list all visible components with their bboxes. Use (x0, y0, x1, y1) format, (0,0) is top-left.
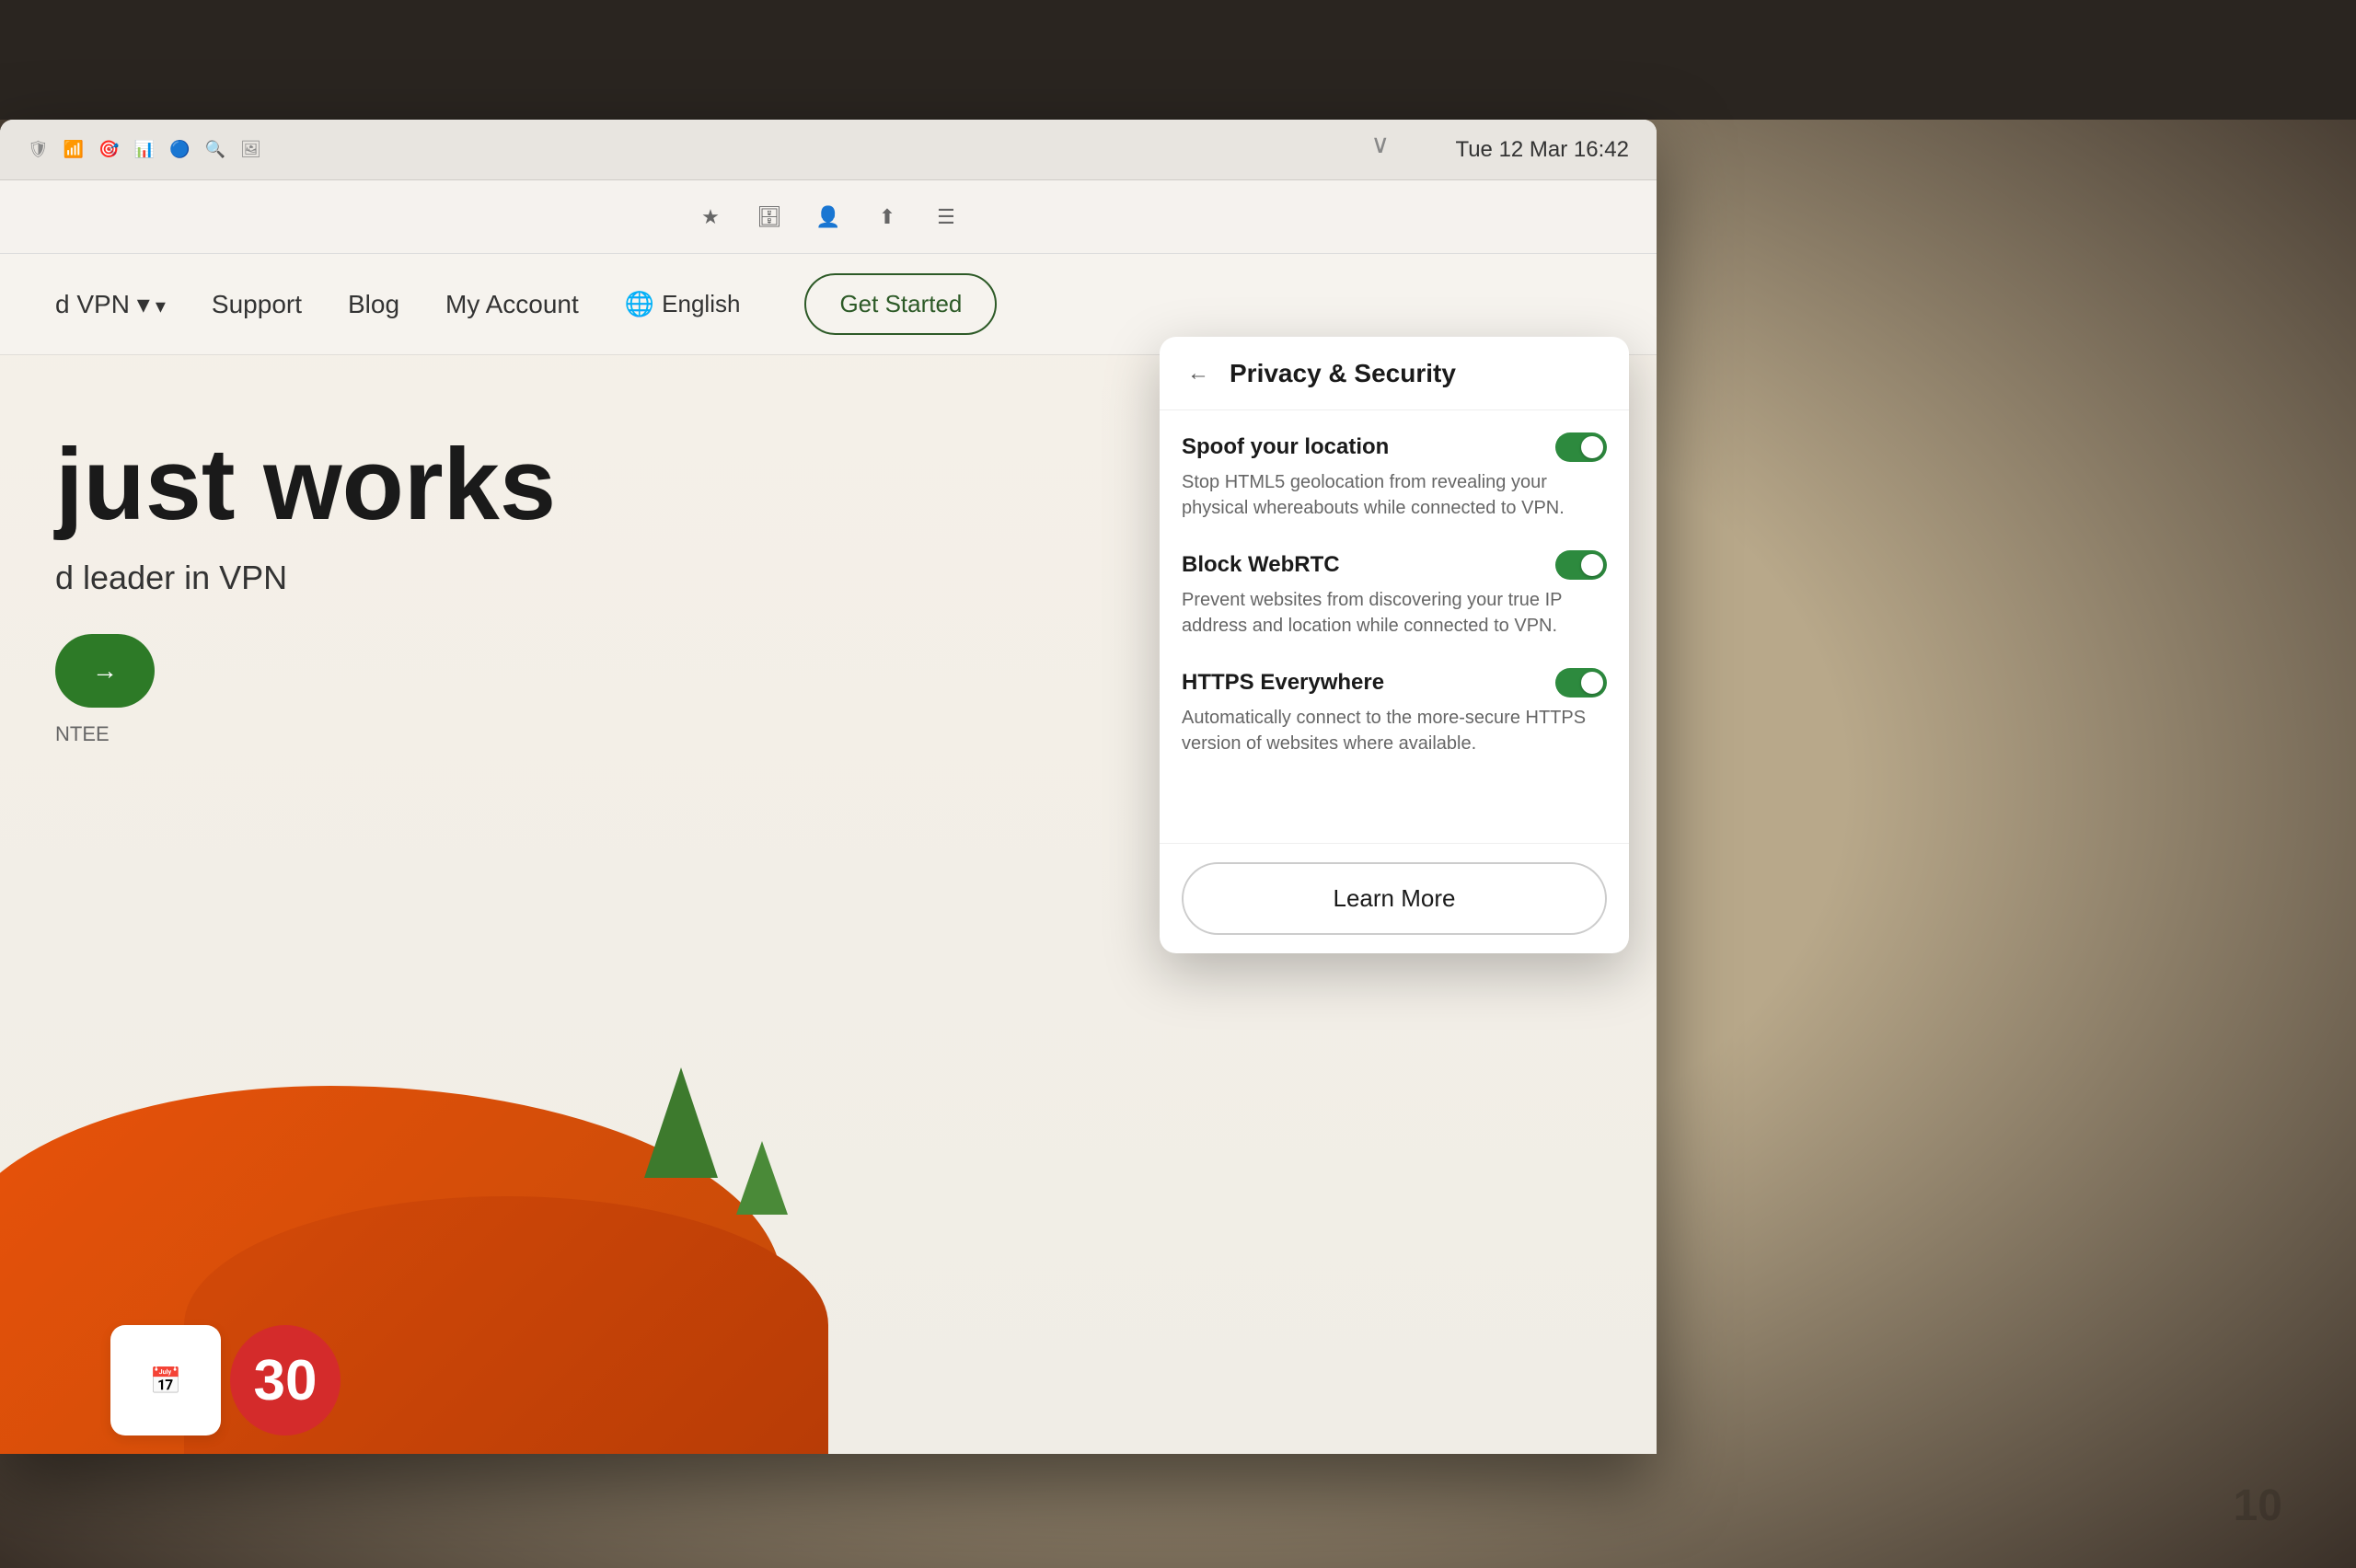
system-bar (0, 0, 2356, 120)
hero-cta-button[interactable]: → (55, 634, 155, 708)
learn-more-button[interactable]: Learn More (1182, 862, 1607, 935)
sys-icon-search: 🔍 (205, 140, 225, 159)
setting-spoof-location-name: Spoof your location (1182, 434, 1389, 460)
account-icon[interactable]: 👤 (810, 199, 847, 236)
panel-collapse-arrow[interactable]: ∨ (1371, 129, 1391, 159)
calendar-icon: 📅 (110, 1325, 221, 1435)
setting-block-webrtc: Block WebRTC Prevent websites from disco… (1182, 550, 1607, 639)
sys-icon-display: 🖼 (240, 140, 261, 159)
sys-icon-wifi: 📶 (64, 140, 84, 159)
vpn-nav-support[interactable]: Support (212, 290, 302, 319)
sys-icon-bluetooth: 🔵 (169, 140, 190, 159)
vpn-nav-vpn-dropdown[interactable]: d VPN ▾ (55, 289, 166, 319)
panel-body: Spoof your location Stop HTML5 geolocati… (1160, 410, 1629, 843)
get-started-button[interactable]: Get Started (804, 273, 997, 335)
tree-2-icon (736, 1141, 788, 1215)
tree-1-icon (644, 1067, 718, 1178)
setting-block-webrtc-name: Block WebRTC (1182, 552, 1340, 578)
system-time: Tue 12 Mar 16:42 (1455, 137, 1629, 163)
setting-block-webrtc-toggle[interactable] (1555, 550, 1607, 580)
bookmark-icon[interactable]: ★ (692, 199, 729, 236)
setting-block-webrtc-row: Block WebRTC (1182, 550, 1607, 580)
globe-icon: 🌐 (625, 290, 654, 318)
calendar-badge: 📅 30 (110, 1325, 341, 1435)
title-bar: 🛡 📶 🎯 📊 🔵 🔍 🖼 Tue 12 Mar 16:42 (0, 120, 1657, 180)
system-clock-area: Tue 12 Mar 16:42 (1455, 137, 1629, 163)
setting-https-everywhere-desc: Automatically connect to the more-secure… (1182, 705, 1607, 756)
panel-back-button[interactable]: ← (1182, 357, 1215, 390)
pocket-icon[interactable]: 🗄 (751, 199, 788, 236)
hero-illustration: 📅 30 (0, 994, 1657, 1454)
sys-icon-target: 🎯 (98, 140, 119, 159)
panel-footer: Learn More (1160, 843, 1629, 953)
language-label: English (662, 290, 740, 318)
privacy-security-panel: ← Privacy & Security Spoof your location… (1160, 337, 1629, 953)
setting-spoof-location-desc: Stop HTML5 geolocation from revealing yo… (1182, 469, 1607, 521)
setting-spoof-location-row: Spoof your location (1182, 432, 1607, 462)
watermark: 10 (2234, 1481, 2282, 1531)
browser-toolbar: ∨ ★ 🗄 👤 ⬆ ☰ (0, 180, 1657, 254)
website-content: d VPN ▾ Support Blog My Account 🌐 Englis… (0, 254, 1657, 1454)
share-icon[interactable]: ⬆ (869, 199, 906, 236)
setting-https-everywhere-name: HTTPS Everywhere (1182, 670, 1384, 696)
panel-title: Privacy & Security (1230, 359, 1607, 388)
menu-icon[interactable]: ☰ (928, 199, 964, 236)
calendar-number: 30 (230, 1325, 341, 1435)
arrow-icon: → (92, 656, 118, 686)
setting-https-everywhere-toggle[interactable] (1555, 668, 1607, 698)
back-arrow-icon: ← (1187, 361, 1209, 386)
setting-https-everywhere-row: HTTPS Everywhere (1182, 668, 1607, 698)
setting-https-everywhere: HTTPS Everywhere Automatically connect t… (1182, 668, 1607, 756)
panel-header: ← Privacy & Security (1160, 337, 1629, 410)
setting-spoof-location-toggle[interactable] (1555, 432, 1607, 462)
sys-icon-chart: 📊 (134, 140, 155, 159)
browser-window: 🛡 📶 🎯 📊 🔵 🔍 🖼 Tue 12 Mar 16:42 ∨ ★ 🗄 👤 ⬆… (0, 120, 1657, 1454)
sys-icon-shield: 🛡 (28, 140, 49, 159)
vpn-nav-my-account[interactable]: My Account (445, 290, 579, 319)
vpn-nav-language[interactable]: 🌐 English (625, 290, 741, 318)
setting-spoof-location: Spoof your location Stop HTML5 geolocati… (1182, 432, 1607, 521)
vpn-nav-blog[interactable]: Blog (348, 290, 399, 319)
traffic-lights: 🛡 📶 🎯 📊 🔵 🔍 🖼 (28, 140, 261, 159)
setting-block-webrtc-desc: Prevent websites from discovering your t… (1182, 587, 1607, 639)
